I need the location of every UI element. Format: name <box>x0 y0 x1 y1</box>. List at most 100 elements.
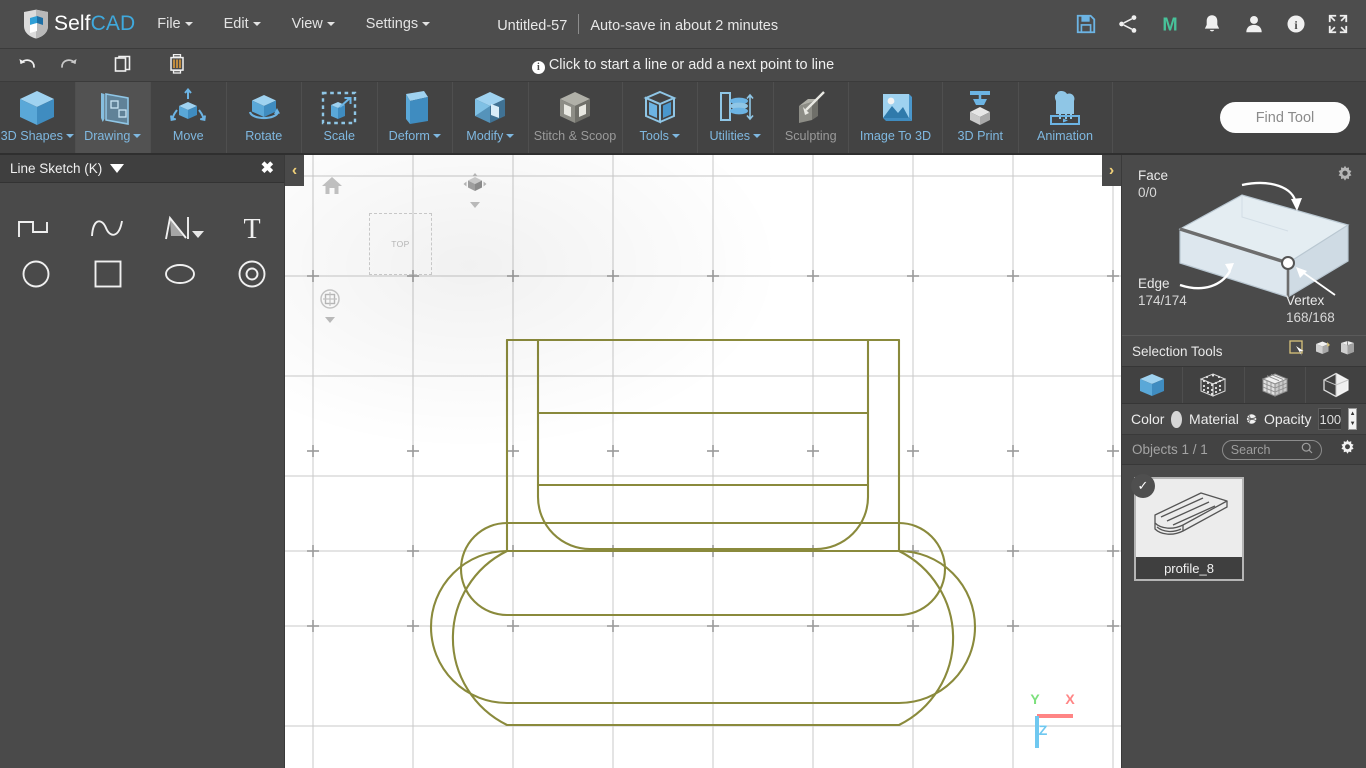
points-view-icon[interactable] <box>1183 367 1245 403</box>
chevron-down-icon[interactable] <box>325 317 335 323</box>
share-icon[interactable] <box>1117 13 1139 35</box>
tab-animation[interactable]: Animation <box>1019 82 1113 153</box>
viewport-3d[interactable]: TOP Y X Z ‹ › <box>285 155 1121 768</box>
rectangle-tool[interactable] <box>72 251 144 297</box>
polyline-tool[interactable] <box>0 205 72 251</box>
home-view-icon[interactable] <box>321 175 343 200</box>
tab-image-to-3d[interactable]: Image To 3D <box>849 82 943 153</box>
chevron-down-icon <box>326 22 335 27</box>
view-cube-icon[interactable] <box>463 173 487 208</box>
tab-animation-label: Animation <box>1036 129 1093 143</box>
copy-button[interactable] <box>109 53 137 77</box>
left-panel-header: Line Sketch (K) ✖ <box>0 155 284 183</box>
view-orientation-box[interactable]: TOP <box>369 213 432 275</box>
tab-3d-shapes[interactable]: 3D Shapes <box>0 82 76 153</box>
find-tool-input[interactable]: Find Tool <box>1220 102 1350 133</box>
menu-file[interactable]: File <box>148 10 201 38</box>
tab-deform[interactable]: Deform <box>378 82 453 153</box>
save-icon[interactable] <box>1075 13 1097 35</box>
tab-modify[interactable]: Modify <box>453 82 529 153</box>
objects-count: Objects 1 / 1 <box>1132 442 1208 457</box>
menu-settings[interactable]: Settings <box>357 10 439 38</box>
tab-drawing[interactable]: Drawing <box>75 82 151 153</box>
status-hint-text: Click to start a line or add a next poin… <box>548 56 835 73</box>
face-count[interactable]: Face 0/0 <box>1138 167 1168 201</box>
notifications-icon[interactable] <box>1201 13 1223 35</box>
stepper-down-icon[interactable]: ▼ <box>1349 419 1356 429</box>
opacity-stepper[interactable]: ▲ ▼ <box>1348 408 1357 430</box>
left-panel-title: Line Sketch (K) <box>10 161 103 176</box>
ellipse-tool[interactable] <box>144 251 216 297</box>
tab-move[interactable]: Move <box>151 82 227 153</box>
undo-bar: i Click to start a line or add a next poi… <box>0 49 1366 82</box>
collapse-triangle-icon[interactable] <box>110 164 125 173</box>
opacity-label: Opacity <box>1264 411 1312 427</box>
pen-tool[interactable] <box>144 205 216 251</box>
polyline-icon <box>18 221 48 237</box>
selfcad-wordmark: SelfCAD <box>54 12 135 36</box>
tab-3d-print[interactable]: 3D Print <box>943 82 1019 153</box>
status-hint: i Click to start a line or add a next poi… <box>0 57 1366 74</box>
freehand-curve-icon <box>91 220 123 237</box>
box-select-icon[interactable] <box>1339 340 1356 362</box>
material-icon[interactable] <box>1246 410 1257 428</box>
color-swatch[interactable] <box>1171 410 1183 428</box>
redo-button[interactable] <box>55 53 83 77</box>
menu-settings-label: Settings <box>365 16 419 32</box>
tab-scale[interactable]: Scale <box>302 82 378 153</box>
list-item[interactable]: ✓ profile_8 <box>1131 474 1244 581</box>
snap-settings-icon[interactable] <box>319 288 341 323</box>
menu-view[interactable]: View <box>283 10 344 38</box>
objects-search-input[interactable]: Search <box>1221 439 1322 460</box>
edge-count[interactable]: Edge 174/174 <box>1138 275 1187 309</box>
object-selected-check-icon[interactable]: ✓ <box>1131 474 1155 498</box>
document-title[interactable]: Untitled-57 <box>497 18 567 34</box>
tab-sculpting-label: Sculpting <box>784 129 837 143</box>
rotate-icon <box>243 87 285 129</box>
text-tool[interactable]: T <box>216 205 288 251</box>
ring-tool[interactable] <box>216 251 288 297</box>
close-icon[interactable]: ✖ <box>261 160 274 177</box>
tab-utilities[interactable]: Utilities <box>698 82 774 153</box>
menu-edit[interactable]: Edit <box>215 10 270 38</box>
ring-icon <box>238 260 266 288</box>
delete-button[interactable] <box>163 53 191 77</box>
wireframe-view-icon[interactable] <box>1245 367 1306 403</box>
opacity-input[interactable]: 100 <box>1318 408 1342 430</box>
undo-button[interactable] <box>13 53 41 77</box>
axis-label-y: Y <box>1030 691 1040 707</box>
vertex-label: Vertex <box>1286 293 1325 308</box>
right-panel-toggle[interactable]: › <box>1102 155 1121 186</box>
tab-rotate[interactable]: Rotate <box>227 82 302 153</box>
vertex-count[interactable]: Vertex 168/168 <box>1286 292 1335 326</box>
info-icon[interactable]: i <box>1285 13 1307 35</box>
chevron-down-icon[interactable] <box>192 231 204 238</box>
autosave-status: Auto-save in about 2 minutes <box>590 18 779 34</box>
objects-settings-gear-icon[interactable] <box>1339 439 1356 461</box>
tab-tools-label: Tools <box>640 129 680 143</box>
document-title-group: Untitled-57 Auto-save in about 2 minutes <box>497 14 778 34</box>
undo-icon <box>19 59 35 68</box>
account-icon[interactable] <box>1243 13 1265 35</box>
paint-select-icon[interactable] <box>1314 340 1331 362</box>
menu-bar: SelfCAD File Edit View Settings Untitled… <box>0 0 1366 49</box>
left-panel-toggle[interactable]: ‹ <box>285 155 304 186</box>
tab-image-to-3d-label: Image To 3D <box>859 129 932 143</box>
mycad-icon[interactable]: M <box>1159 13 1181 35</box>
copy-icon <box>114 55 131 72</box>
tab-sculpting[interactable]: Sculpting <box>774 82 849 153</box>
tab-stitch-scoop[interactable]: Stitch & Scoop <box>529 82 623 153</box>
circle-tool[interactable] <box>0 251 72 297</box>
stepper-up-icon[interactable]: ▲ <box>1349 409 1356 419</box>
shaded-view-icon[interactable] <box>1306 367 1366 403</box>
fullscreen-icon[interactable] <box>1327 13 1349 35</box>
selfcad-logo[interactable]: SelfCAD <box>22 9 135 39</box>
freehand-curve-tool[interactable] <box>72 205 144 251</box>
right-panel: Face 0/0 Edge 174/174 Vertex 168/168 Sel… <box>1121 155 1366 768</box>
chevron-down-icon[interactable] <box>470 202 480 208</box>
rectangle-select-icon[interactable] <box>1289 340 1306 362</box>
tab-drawing-label: Drawing <box>84 129 142 143</box>
tab-tools[interactable]: Tools <box>623 82 698 153</box>
solid-view-icon[interactable] <box>1122 367 1184 403</box>
axis-label-x: X <box>1065 691 1075 707</box>
